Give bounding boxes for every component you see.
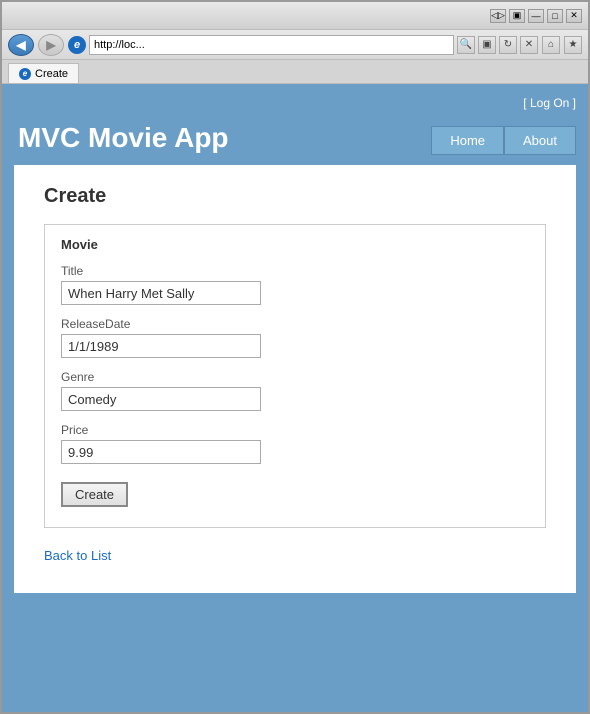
releasedate-input[interactable] — [61, 334, 261, 358]
minimize-icon[interactable]: — — [528, 9, 544, 23]
pin-icon[interactable]: ◁▷ — [490, 9, 506, 23]
favorites-icon[interactable]: ★ — [564, 36, 582, 54]
logon-bar: [ Log On ] — [14, 96, 576, 110]
back-button[interactable]: ◀ — [8, 34, 34, 56]
genre-label: Genre — [61, 370, 529, 384]
maximize-icon[interactable]: □ — [547, 9, 563, 23]
stop-btn[interactable]: ✕ — [520, 36, 538, 54]
app-container: [ Log On ] MVC Movie App Home About Crea… — [14, 96, 576, 700]
tab-label: Create — [35, 68, 68, 80]
title-group: Title — [61, 264, 529, 305]
tab-bar: e Create — [2, 60, 588, 84]
url-input[interactable] — [89, 35, 454, 55]
title-input[interactable] — [61, 281, 261, 305]
refresh-btn[interactable]: ↻ — [499, 36, 517, 54]
browser-toolbar: ◀ ▶ e 🔍 ▣ ↻ ✕ ⌂ ★ — [2, 30, 588, 60]
back-to-list-link[interactable]: Back to List — [44, 548, 111, 563]
app-header: MVC Movie App Home About — [14, 114, 576, 163]
form-section: Movie Title ReleaseDate Genre — [44, 224, 546, 528]
tab-ie-icon: e — [19, 68, 31, 80]
price-input[interactable] — [61, 440, 261, 464]
browser-titlebar: ◁▷ ▣ — □ ✕ — [2, 2, 588, 30]
browser-window: ◁▷ ▣ — □ ✕ ◀ ▶ e 🔍 ▣ ↻ ✕ ⌂ ★ e Create — [0, 0, 590, 714]
releasedate-group: ReleaseDate — [61, 317, 529, 358]
app-wrapper: [ Log On ] MVC Movie App Home About Crea… — [2, 84, 588, 712]
search-dropdown-btn[interactable]: 🔍 — [457, 36, 475, 54]
main-content: Create Movie Title ReleaseDate — [14, 165, 576, 593]
nav-home[interactable]: Home — [431, 126, 504, 155]
genre-group: Genre — [61, 370, 529, 411]
app-title: MVC Movie App — [14, 122, 229, 154]
create-button[interactable]: Create — [61, 482, 128, 507]
title-label: Title — [61, 264, 529, 278]
section-title: Movie — [61, 237, 529, 252]
browser-icon: e — [68, 36, 86, 54]
active-tab[interactable]: e Create — [8, 63, 79, 83]
logon-link[interactable]: [ Log On ] — [523, 96, 576, 110]
page-title: Create — [44, 185, 546, 208]
forward-button[interactable]: ▶ — [38, 34, 64, 56]
nav-about[interactable]: About — [504, 126, 576, 155]
title-controls: ◁▷ ▣ — □ ✕ — [490, 9, 582, 23]
genre-input[interactable] — [61, 387, 261, 411]
releasedate-label: ReleaseDate — [61, 317, 529, 331]
compatibility-btn[interactable]: ▣ — [478, 36, 496, 54]
tabs-icon[interactable]: ▣ — [509, 9, 525, 23]
home-icon[interactable]: ⌂ — [542, 36, 560, 54]
price-group: Price — [61, 423, 529, 464]
nav-menu: Home About — [431, 126, 576, 155]
price-label: Price — [61, 423, 529, 437]
address-bar: e 🔍 ▣ ↻ ✕ — [68, 35, 538, 55]
close-icon[interactable]: ✕ — [566, 9, 582, 23]
